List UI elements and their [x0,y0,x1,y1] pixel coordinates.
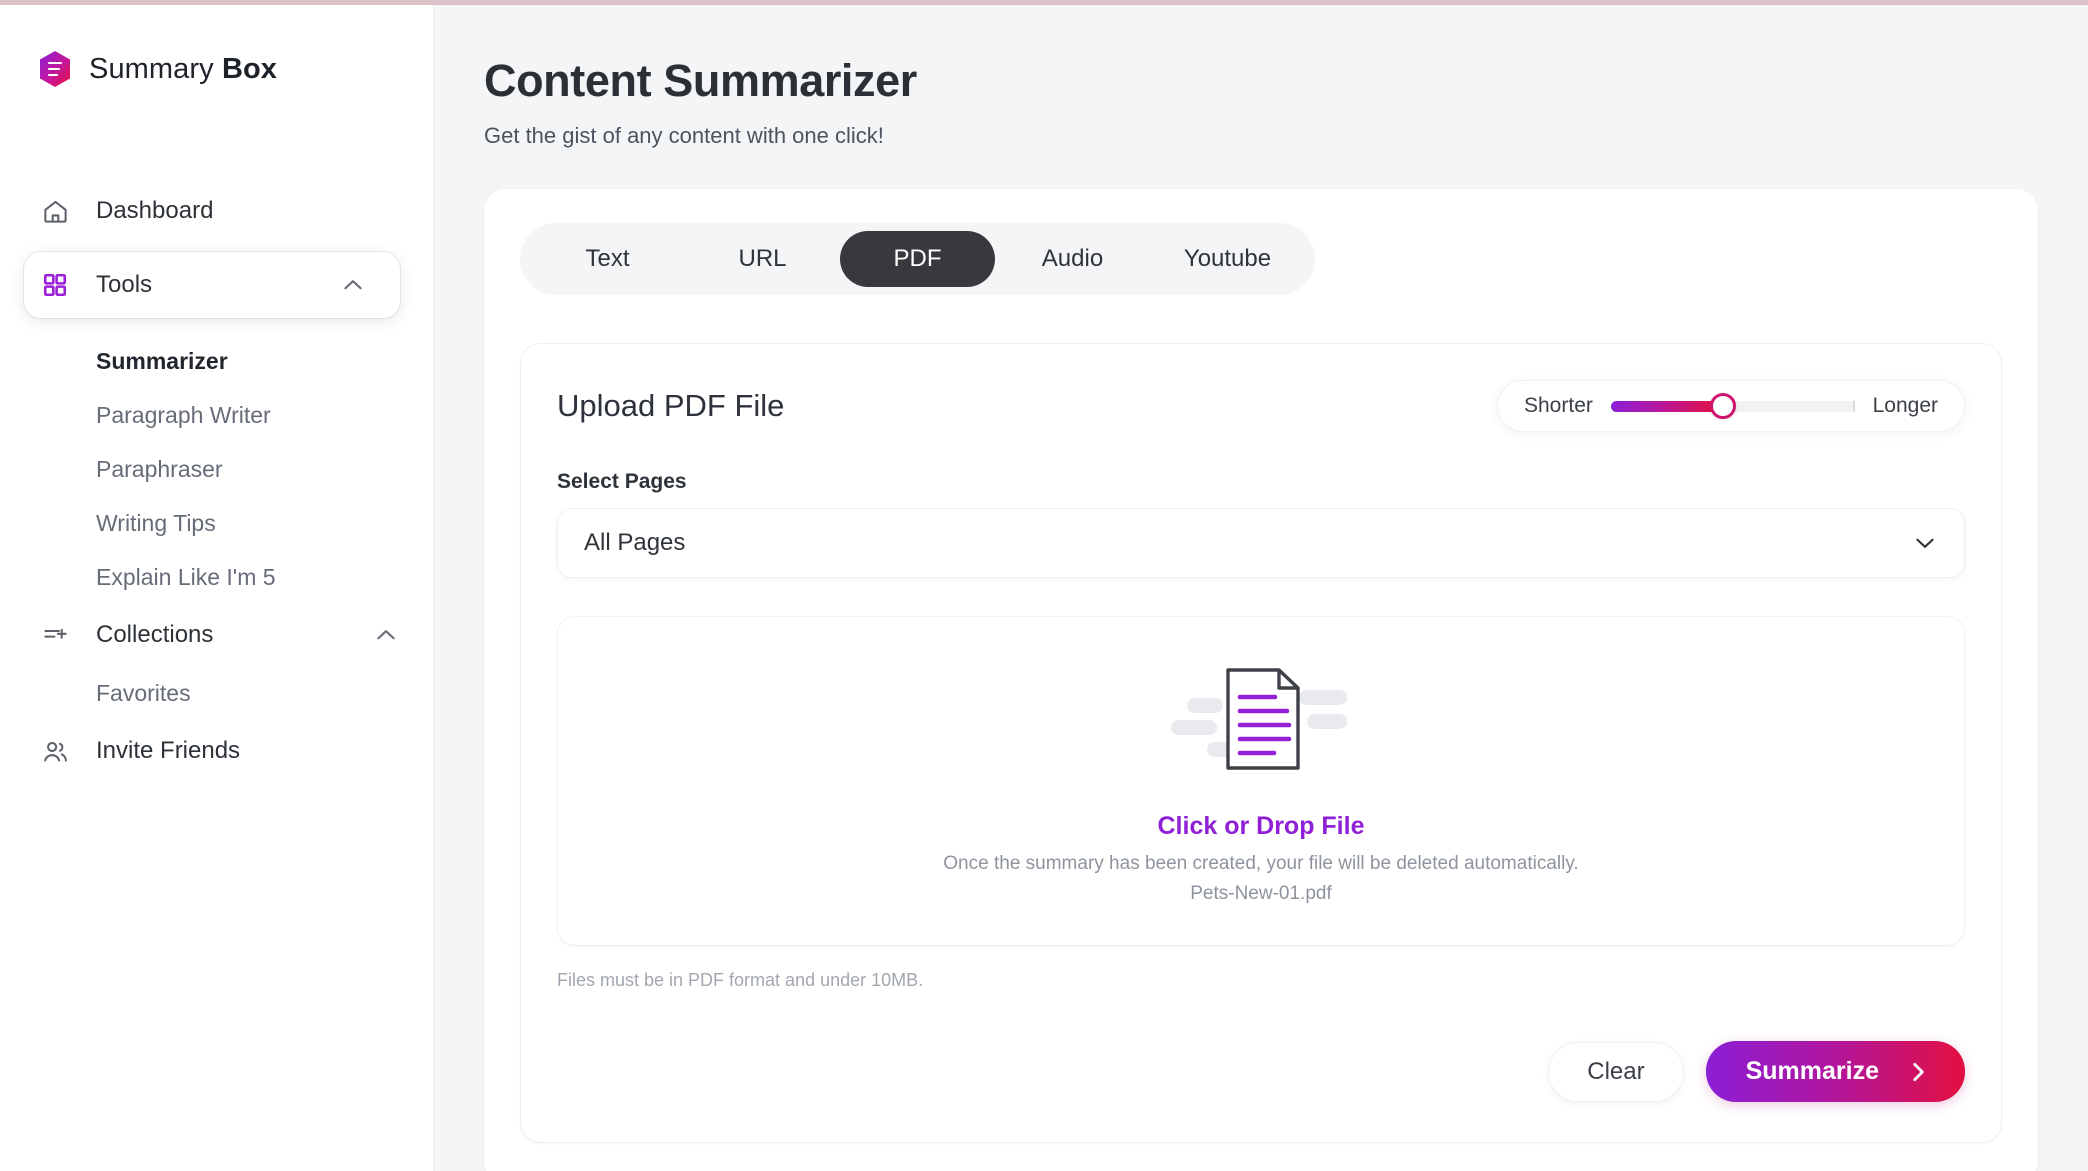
slider-min-label: Shorter [1524,394,1593,417]
dropzone-note: Once the summary has been created, your … [943,852,1579,874]
upload-pdf-title: Upload PDF File [557,388,785,423]
page-title: Content Summarizer [484,55,917,106]
slider-thumb[interactable] [1709,393,1736,419]
app-root: Summary Box Dashboard Tools Summarizer P… [0,0,2088,1171]
users-icon [38,734,72,768]
chevron-up-icon[interactable] [373,622,399,648]
summarize-button-label: Summarize [1745,1057,1879,1085]
brand-name-regular: Summary [89,52,214,85]
upload-panel-header: Upload PDF File Shorter Longer [557,380,1965,432]
summary-box-logo-icon [38,50,72,88]
dropzone-cta: Click or Drop File [1157,811,1365,840]
sidebar-item-invite-friends-label: Invite Friends [96,737,241,764]
brand[interactable]: Summary Box [0,5,433,88]
action-bar: Clear Summarize [557,1041,1965,1102]
source-type-tabs: Text URL PDF Audio Youtube [520,223,1315,295]
sidebar-item-tools-label: Tools [96,271,153,298]
sidebar: Summary Box Dashboard Tools Summarizer P… [0,0,434,1171]
select-pages-dropdown[interactable]: All Pages [557,508,1965,578]
tab-text[interactable]: Text [530,231,685,287]
file-requirements-note: Files must be in PDF format and under 10… [557,970,924,990]
page-subtitle: Get the gist of any content with one cli… [484,123,884,148]
clear-button[interactable]: Clear [1548,1041,1684,1102]
sidebar-item-dashboard[interactable]: Dashboard [0,180,433,242]
list-plus-icon [38,618,72,652]
summarizer-card: Text URL PDF Audio Youtube Upload PDF Fi… [484,189,2038,1171]
sidebar-item-dashboard-label: Dashboard [96,197,214,224]
sidebar-item-paraphraser[interactable]: Paraphraser [0,442,433,496]
sidebar-item-writing-tips[interactable]: Writing Tips [0,496,433,550]
tab-youtube[interactable]: Youtube [1150,231,1305,287]
tab-url[interactable]: URL [685,231,840,287]
sidebar-item-summarizer[interactable]: Summarizer [0,334,433,388]
slider-end-tick [1852,400,1855,412]
brand-name: Summary Box [89,53,277,86]
sidebar-nav: Dashboard Tools Summarizer Paragraph Wri… [0,180,433,782]
document-lines-icon [1171,658,1351,778]
sidebar-item-collections[interactable]: Collections [0,604,433,666]
chevron-right-icon [1905,1059,1931,1085]
tab-pdf[interactable]: PDF [840,231,995,287]
sidebar-item-invite-friends[interactable]: Invite Friends [0,720,433,782]
slider-max-label: Longer [1872,394,1938,417]
file-dropzone[interactable]: Click or Drop File Once the summary has … [557,616,1965,946]
sidebar-item-paragraph-writer-label: Paragraph Writer [96,401,271,428]
select-pages-value: All Pages [584,529,686,556]
sidebar-item-summarizer-label: Summarizer [96,347,228,374]
tab-audio[interactable]: Audio [995,231,1150,287]
grid-icon [38,268,72,302]
summarize-button[interactable]: Summarize [1705,1041,1965,1102]
sidebar-item-explain-like-im-5-label: Explain Like I'm 5 [96,563,276,590]
sidebar-item-favorites-label: Favorites [96,679,191,706]
slider-fill [1610,400,1723,412]
sidebar-item-writing-tips-label: Writing Tips [96,509,216,536]
home-icon [38,194,72,228]
dropzone-filename: Pets-New-01.pdf [1190,882,1332,904]
chevron-up-icon[interactable] [340,272,366,298]
summary-length-slider[interactable] [1610,393,1855,419]
select-pages-label: Select Pages [557,470,687,493]
sidebar-item-tools[interactable]: Tools [24,252,400,318]
sidebar-item-favorites[interactable]: Favorites [0,666,433,720]
main-content: Content Summarizer Get the gist of any c… [434,0,2088,1171]
chevron-down-icon[interactable] [1912,530,1938,556]
sidebar-item-paragraph-writer[interactable]: Paragraph Writer [0,388,433,442]
sidebar-item-collections-label: Collections [96,621,214,648]
summary-length-control[interactable]: Shorter Longer [1497,380,1965,432]
sidebar-item-explain-like-im-5[interactable]: Explain Like I'm 5 [0,550,433,604]
page-header: Content Summarizer Get the gist of any c… [434,5,2088,149]
sidebar-item-paraphraser-label: Paraphraser [96,455,223,482]
upload-pdf-panel: Upload PDF File Shorter Longer Select Pa… [520,343,2002,1143]
top-accent-strip [0,0,2088,5]
brand-name-bold: Box [221,52,278,85]
